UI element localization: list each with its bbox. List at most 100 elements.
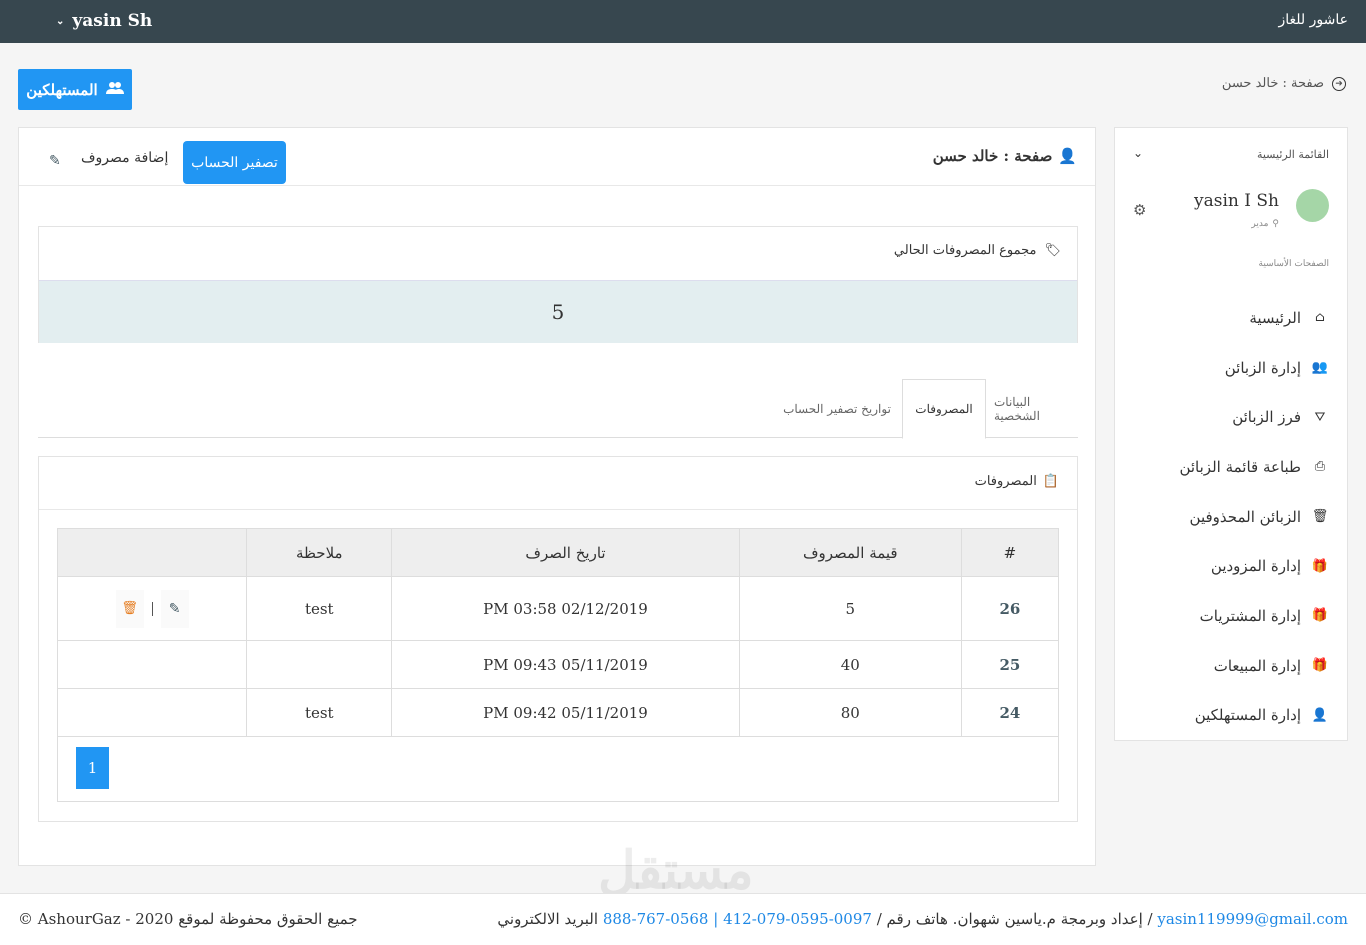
expenses-card: المصروفات 📋 ملاحظة تاريخ الصرف قيمة المص… bbox=[38, 456, 1078, 822]
sidebar-item-label: إدارة المستهلكين bbox=[1194, 706, 1301, 725]
breadcrumb: صفحة : خالد حسن ➜ bbox=[1222, 76, 1346, 91]
sidebar-item-label: إدارة المبيعات bbox=[1213, 656, 1301, 675]
cell-amount: 40 bbox=[738, 640, 962, 689]
expenses-sum-card: مجموع المصروفات الحالي 🏷 5 bbox=[38, 226, 1078, 343]
user-icon: 👤 bbox=[1058, 147, 1077, 165]
print-icon: ⎙ bbox=[1314, 459, 1326, 475]
table-row: 🗑 ✎ test PM 03:58 02/12/2019 5 26 bbox=[56, 576, 1060, 641]
sidebar-item-sales[interactable]: إدارة المبيعات 🎁 bbox=[1129, 641, 1329, 691]
pencil-icon[interactable]: ✎ bbox=[160, 589, 189, 628]
sidebar-item-sort-customers[interactable]: فرز الزبائن ⛛ bbox=[1129, 392, 1329, 442]
cell-amount: 80 bbox=[738, 688, 962, 737]
chevron-down-icon[interactable]: ⌄ bbox=[1133, 146, 1143, 160]
sidebar-item-print-customers[interactable]: طباعة قائمة الزبائن ⎙ bbox=[1129, 442, 1329, 492]
chevron-down-icon: ⌄ bbox=[56, 15, 65, 27]
consumers-button[interactable]: المستهلكين bbox=[18, 69, 132, 110]
pencil-icon[interactable]: ✎ bbox=[49, 153, 61, 169]
page-title-text: صفحة : خالد حسن bbox=[932, 147, 1053, 165]
arrow-right-circle-icon: ➜ bbox=[1332, 76, 1346, 91]
user-icon: 👤 bbox=[1311, 707, 1329, 723]
row-actions bbox=[56, 640, 248, 689]
cell-note bbox=[246, 640, 393, 689]
sidebar-item-suppliers[interactable]: إدارة المزودين 🎁 bbox=[1129, 541, 1329, 591]
table-header-row: ملاحظة تاريخ الصرف قيمة المصروف # bbox=[56, 528, 1060, 577]
divider bbox=[151, 601, 153, 616]
page-button-1[interactable]: 1 bbox=[76, 747, 109, 789]
sidebar-item-consumers[interactable]: إدارة المستهلكين 👤 bbox=[1129, 691, 1329, 741]
delete-icon[interactable]: 🗑 bbox=[115, 589, 144, 628]
col-header-id[interactable]: # bbox=[960, 528, 1060, 577]
sidebar-user-role: مدير ⚲ bbox=[1251, 219, 1279, 229]
sidebar-menu-title: القائمة الرئيسية bbox=[1256, 148, 1329, 161]
gift-icon: 🎁 bbox=[1311, 608, 1329, 624]
col-header-amount[interactable]: قيمة المصروف bbox=[738, 528, 962, 577]
sidebar-nav: الرئيسية ⌂ إدارة الزبائن 👥 فرز الزبائن ⛛ طب… bbox=[1129, 293, 1329, 740]
sidebar-item-label: فرز الزبائن bbox=[1232, 408, 1301, 427]
avatar bbox=[1296, 189, 1329, 222]
reset-account-button[interactable]: تصفير الحساب bbox=[183, 141, 286, 184]
tab-expenses[interactable]: المصروفات bbox=[902, 379, 986, 439]
sidebar-item-label: إدارة الزبائن bbox=[1224, 358, 1301, 377]
col-header-actions bbox=[56, 528, 248, 577]
sum-label: مجموع المصروفات الحالي 🏷 bbox=[894, 243, 1061, 258]
tabs: البيانات الشخصية المصروفات تواريخ تصفير … bbox=[38, 379, 1078, 439]
sidebar-item-label: الزبائن المحذوفين bbox=[1189, 507, 1301, 526]
sum-label-text: مجموع المصروفات الحالي bbox=[893, 243, 1037, 258]
sidebar: القائمة الرئيسية ⌄ yasin I Sh مدير ⚲ ⚙ ا… bbox=[1114, 127, 1348, 741]
cell-id: 24 bbox=[960, 688, 1060, 737]
main-header: صفحة : خالد حسن 👤 تصفير الحساب إضافة مصر… bbox=[19, 128, 1095, 186]
add-expense-button[interactable]: إضافة مصروف bbox=[81, 150, 168, 166]
sum-value: 5 bbox=[39, 280, 1077, 343]
users-icon: 👥 bbox=[1311, 360, 1329, 376]
tab-personal-data[interactable]: البيانات الشخصية bbox=[994, 379, 1078, 438]
cell-id: 26 bbox=[960, 576, 1060, 641]
sidebar-item-label: إدارة المزودين bbox=[1210, 557, 1301, 576]
col-header-date[interactable]: تاريخ الصرف bbox=[391, 528, 740, 577]
sidebar-item-deleted-customers[interactable]: الزبائن المحذوفين 🗑 bbox=[1129, 492, 1329, 542]
top-bar: ⌄ yasin Sh عاشور للغاز bbox=[0, 0, 1366, 43]
home-icon: ⌂ bbox=[1315, 310, 1325, 326]
breadcrumb-text: صفحة : خالد حسن bbox=[1221, 76, 1324, 91]
cell-id: 25 bbox=[960, 640, 1060, 689]
user-menu[interactable]: ⌄ yasin Sh bbox=[56, 11, 152, 31]
users-icon bbox=[105, 81, 124, 99]
expenses-title-text: المصروفات bbox=[974, 474, 1037, 489]
cell-date: PM 09:42 05/11/2019 bbox=[391, 688, 740, 737]
col-header-note[interactable]: ملاحظة bbox=[246, 528, 393, 577]
credits: إعداد وبرمجة م.ياسين شهوان. هاتف رقم / 0… bbox=[497, 910, 1348, 928]
cell-amount: 5 bbox=[738, 576, 962, 641]
tab-reset-dates[interactable]: تواريخ تصفير الحساب bbox=[772, 379, 902, 438]
cell-note: test bbox=[246, 688, 393, 737]
gear-icon[interactable]: ⚙ bbox=[1133, 201, 1146, 219]
credits-prefix: إعداد وبرمجة م.ياسين شهوان. هاتف رقم / bbox=[876, 910, 1143, 928]
gift-icon: 🎁 bbox=[1311, 658, 1329, 674]
sidebar-item-home[interactable]: الرئيسية ⌂ bbox=[1129, 293, 1329, 343]
cell-date: PM 03:58 02/12/2019 bbox=[391, 576, 740, 641]
email-link[interactable]: yasin119999@gmail.com bbox=[1157, 910, 1348, 928]
pagination: 1 bbox=[57, 737, 1059, 802]
table-row: test PM 09:42 05/11/2019 80 24 bbox=[56, 688, 1060, 737]
row-actions: 🗑 ✎ bbox=[56, 576, 248, 641]
sidebar-item-label: طباعة قائمة الزبائن bbox=[1179, 457, 1301, 476]
sidebar-item-label: إدارة المشتريات bbox=[1199, 606, 1301, 625]
location-pin-icon: ⚲ bbox=[1272, 219, 1279, 229]
table-row: PM 09:43 05/11/2019 40 25 bbox=[56, 640, 1060, 689]
row-actions bbox=[56, 688, 248, 737]
clipboard-icon: 📋 bbox=[1042, 474, 1059, 489]
page-title: صفحة : خالد حسن 👤 bbox=[933, 147, 1077, 165]
sidebar-item-customers[interactable]: إدارة الزبائن 👥 bbox=[1129, 343, 1329, 393]
watermark-logo: مستقل bbox=[598, 840, 754, 901]
cell-date: PM 09:43 05/11/2019 bbox=[391, 640, 740, 689]
footer: © AshourGaz - 2020 جميع الحقوق محفوظة لم… bbox=[0, 893, 1366, 945]
expenses-title: المصروفات 📋 bbox=[975, 474, 1059, 489]
phone-link[interactable]: 0097-0595-079-412 | 0568-767-888 bbox=[603, 910, 872, 928]
filter-icon: ⛛ bbox=[1314, 409, 1326, 425]
trash-icon: 🗑 bbox=[1311, 509, 1329, 525]
expenses-card-header: المصروفات 📋 bbox=[39, 457, 1077, 510]
sidebar-item-purchases[interactable]: إدارة المشتريات 🎁 bbox=[1129, 591, 1329, 641]
copyright-text: © AshourGaz - 2020 جميع الحقوق محفوظة لم… bbox=[18, 910, 358, 928]
brand-title[interactable]: عاشور للغاز bbox=[1279, 12, 1348, 28]
tag-icon: 🏷 bbox=[1044, 243, 1061, 258]
sidebar-user-name: yasin I Sh bbox=[1194, 191, 1279, 211]
gift-icon: 🎁 bbox=[1311, 558, 1329, 574]
